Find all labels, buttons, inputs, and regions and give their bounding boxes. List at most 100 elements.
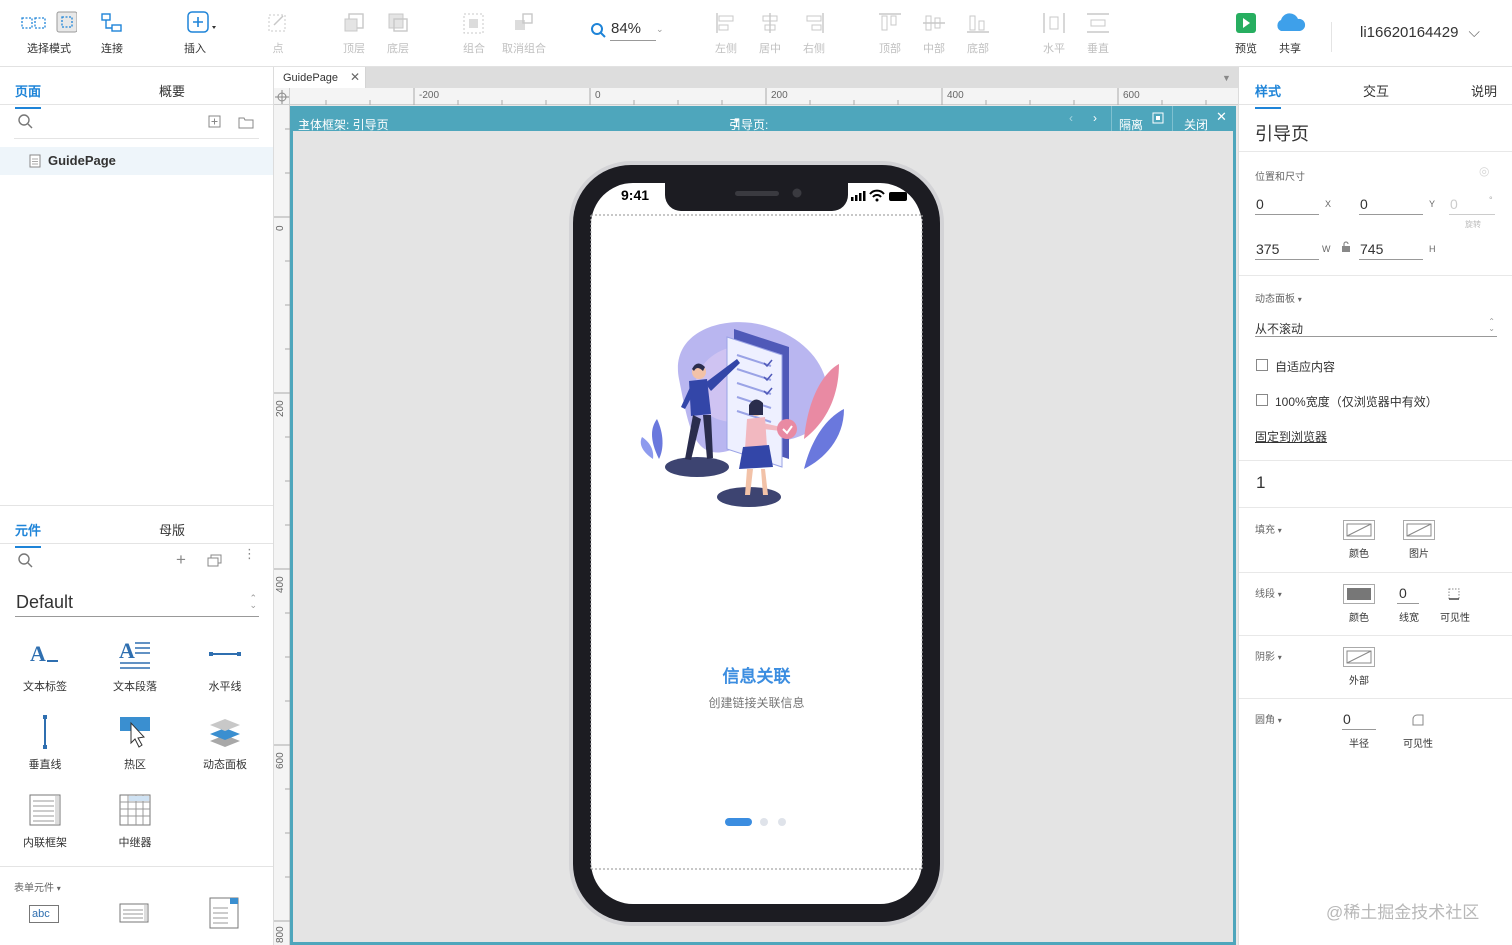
fill-section[interactable]: 填充 ▾: [1255, 521, 1282, 536]
next-state-icon[interactable]: ›: [1093, 111, 1097, 125]
tabs-dropdown-icon[interactable]: ▼: [1222, 73, 1231, 83]
width-field[interactable]: 375: [1256, 241, 1279, 257]
distribute-horizontal-icon: [1043, 13, 1065, 33]
more-options-icon[interactable]: ⋮: [243, 547, 256, 560]
x-field[interactable]: 0: [1256, 196, 1264, 212]
ruler-label: 200: [275, 400, 286, 417]
rotation-field[interactable]: 0: [1450, 196, 1458, 212]
widget-dynamic-panel[interactable]: 动态面板: [185, 710, 265, 772]
point-icon: [268, 14, 286, 32]
ruler-label: 400: [947, 90, 964, 101]
dynamic-panel-section[interactable]: 动态面板 ▾: [1255, 290, 1302, 305]
widget-vertical-line[interactable]: 垂直线: [5, 710, 85, 772]
search-icon[interactable]: [17, 552, 35, 570]
y-field[interactable]: 0: [1360, 196, 1368, 212]
widget-inline-frame[interactable]: 内联框架: [5, 788, 85, 850]
prev-state-icon[interactable]: ‹: [1069, 111, 1073, 125]
page-item-guidepage[interactable]: GuidePage: [0, 147, 273, 175]
pin-to-browser-link[interactable]: 固定到浏览器: [1255, 428, 1327, 445]
ruler-label: 400: [275, 576, 286, 593]
shadow-section[interactable]: 阴影 ▾: [1255, 648, 1282, 663]
group-button[interactable]: 组合: [446, 8, 502, 56]
position-size-title: 位置和尺寸: [1255, 172, 1305, 183]
align-bottom-button[interactable]: 底部: [950, 8, 1006, 56]
distribute-vertical-button[interactable]: 垂直: [1070, 8, 1126, 56]
add-page-icon[interactable]: [208, 115, 222, 129]
hotspot-icon: [120, 717, 150, 748]
tab-style[interactable]: 样式: [1255, 81, 1282, 109]
align-right-button[interactable]: 右侧: [786, 8, 842, 56]
widget-horizontal-line[interactable]: 水平线: [185, 632, 265, 694]
user-account-menu[interactable]: li16620164429 ⌵: [1360, 24, 1480, 41]
pages-search-row: [0, 105, 273, 139]
corner-section[interactable]: 圆角 ▾: [1255, 711, 1282, 726]
tab-interactions[interactable]: 交互: [1363, 81, 1389, 100]
tab-widgets[interactable]: 元件: [15, 520, 42, 548]
add-library-icon[interactable]: +: [176, 550, 186, 570]
ruler-label: 600: [275, 752, 286, 769]
tab-outline[interactable]: 概要: [159, 81, 185, 100]
horizontal-line-icon: [209, 652, 241, 656]
add-folder-icon[interactable]: [238, 115, 254, 129]
vertical-ruler: 0 200 400 600 800: [274, 105, 290, 945]
guide-headline: 信息关联: [722, 667, 791, 686]
zoom-control[interactable]: 84% ⌄: [590, 18, 666, 42]
corner-radius-field[interactable]: 0: [1343, 711, 1351, 727]
close-icon[interactable]: ✕: [350, 70, 360, 84]
widget-text-label[interactable]: A 文本标签: [5, 632, 85, 694]
caret-down-icon: ▼: [733, 116, 741, 125]
height-field[interactable]: 745: [1360, 241, 1383, 257]
select-mode-button[interactable]: 选择模式: [21, 8, 77, 56]
lock-ratio-icon[interactable]: [1340, 241, 1352, 253]
ruler-label: 0: [275, 225, 286, 231]
group-icon: [463, 13, 484, 34]
border-visibility-icon[interactable]: [1447, 587, 1461, 601]
tab-pages[interactable]: 页面: [15, 81, 42, 109]
border-color-swatch[interactable]: [1343, 584, 1375, 604]
border-width-field[interactable]: 0: [1399, 585, 1407, 601]
isolate-icon[interactable]: [1152, 112, 1164, 124]
point-button[interactable]: 点: [250, 8, 306, 56]
horizontal-ruler: -200 0 200 400 600: [290, 88, 1238, 105]
select-mode-icon: [21, 11, 77, 33]
border-section[interactable]: 线段 ▾: [1255, 585, 1282, 600]
widget-repeater[interactable]: 中继器: [95, 788, 175, 850]
page-tabbar: GuidePage ✕ ▼: [274, 67, 1238, 88]
tab-masters[interactable]: 母版: [159, 520, 185, 539]
eye-icon[interactable]: ◎: [1479, 164, 1489, 178]
tab-guidepage[interactable]: GuidePage ✕: [274, 67, 366, 88]
widget-name-field[interactable]: 引导页: [1255, 120, 1309, 146]
send-to-back-button[interactable]: 底层: [370, 8, 426, 56]
library-selector[interactable]: Default ⌃ ⌄: [15, 589, 259, 617]
full-width-checkbox[interactable]: [1256, 394, 1268, 406]
outer-shadow-swatch[interactable]: [1343, 647, 1375, 667]
phone-illustration: [569, 161, 944, 926]
connect-button[interactable]: 连接: [84, 8, 140, 56]
ruler-corner[interactable]: [274, 88, 290, 105]
widget-text-paragraph[interactable]: A 文本段落: [95, 632, 175, 694]
no-image-icon: [1406, 523, 1432, 537]
close-icon[interactable]: ✕: [1216, 109, 1227, 125]
form-widgets-section[interactable]: 表单元件 ▾: [14, 879, 61, 894]
library-manage-icon[interactable]: [207, 554, 223, 568]
widget-hotspot[interactable]: 热区: [95, 710, 175, 772]
ungroup-button[interactable]: 取消组合: [496, 8, 552, 56]
vertical-line-icon: [43, 715, 47, 749]
fill-color-swatch[interactable]: [1343, 520, 1375, 540]
align-right-icon: [806, 13, 824, 33]
widget-text-field[interactable]: abc: [29, 905, 59, 923]
insert-button[interactable]: 插入: [167, 8, 223, 56]
align-center-icon: [762, 13, 778, 33]
tab-notes[interactable]: 说明: [1471, 81, 1497, 100]
fill-image-swatch[interactable]: [1403, 520, 1435, 540]
search-icon[interactable]: [17, 113, 35, 131]
corner-visibility-icon[interactable]: [1411, 713, 1425, 727]
text-paragraph-icon: A: [119, 638, 150, 669]
ruler-label: 600: [1123, 90, 1140, 101]
scroll-behavior-select[interactable]: 从不滚动 ⌃ ⌄: [1255, 317, 1497, 337]
text-area-icon[interactable]: [118, 902, 152, 926]
fit-content-checkbox[interactable]: [1256, 359, 1268, 371]
list-box-icon[interactable]: [208, 896, 242, 930]
state-name-field[interactable]: 1: [1256, 473, 1265, 493]
share-button[interactable]: 共享: [1262, 8, 1318, 56]
